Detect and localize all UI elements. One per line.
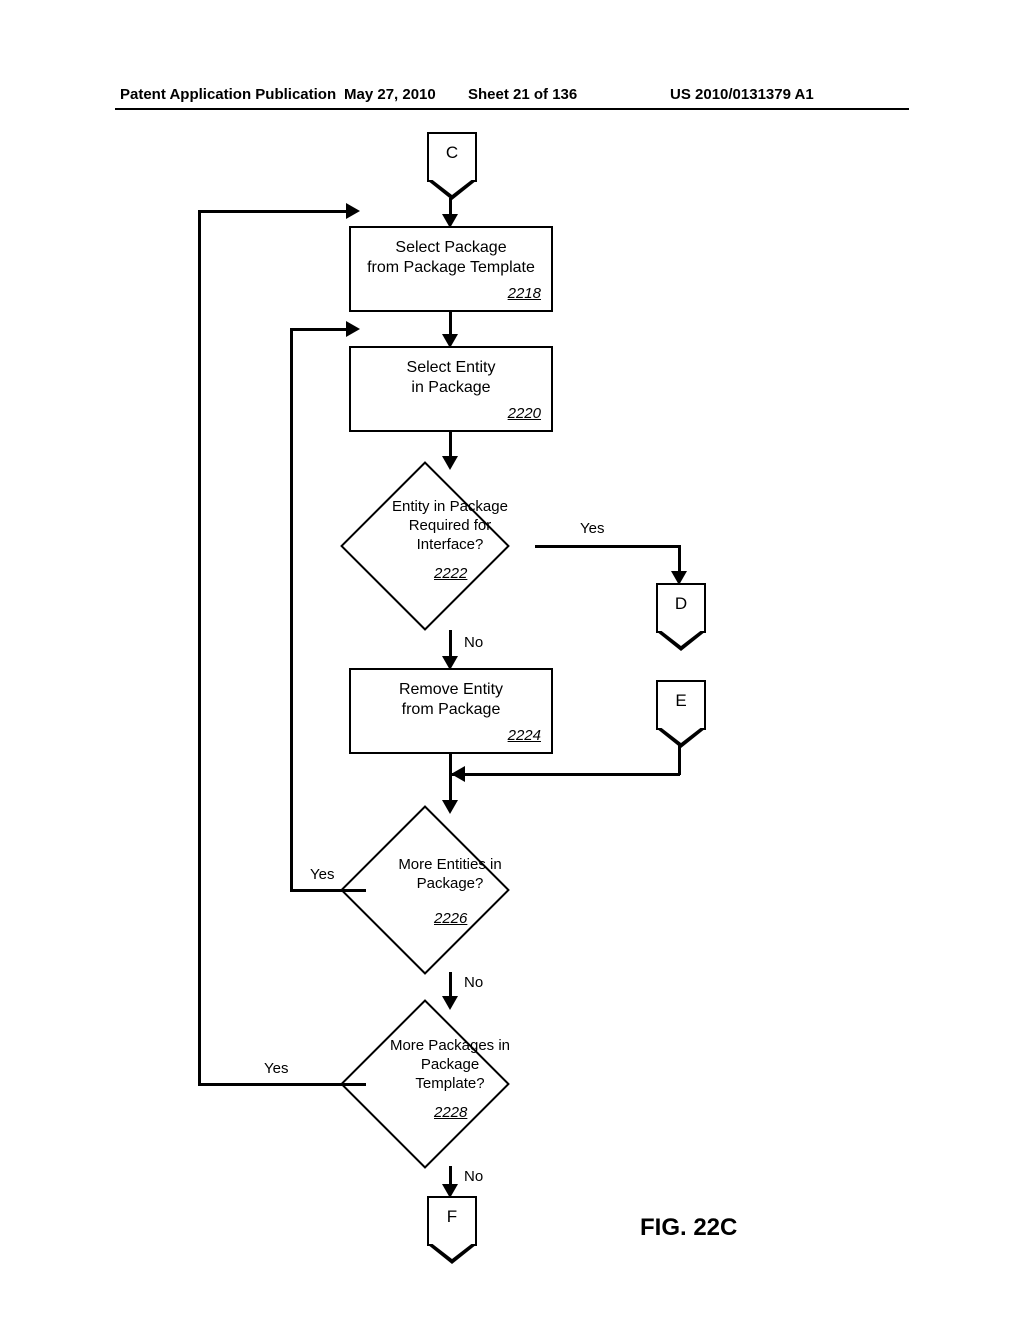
decision-2226-line1: More Entities in bbox=[365, 856, 535, 875]
decision-2228-ref: 2228 bbox=[434, 1104, 467, 1121]
process-2220-ref: 2220 bbox=[508, 405, 541, 424]
edge-e-merge bbox=[451, 773, 680, 776]
arrow-2226-2228 bbox=[442, 996, 458, 1010]
label-2226-yes: Yes bbox=[310, 866, 334, 883]
connector-e: E bbox=[656, 680, 706, 730]
header-pubno: US 2010/0131379 A1 bbox=[670, 86, 814, 103]
decision-2226-ref: 2226 bbox=[434, 910, 467, 927]
edge-2228-yes-h bbox=[198, 1083, 366, 1086]
process-2220-line1: Select Entity bbox=[359, 358, 543, 378]
decision-2222-line1: Entity in Package bbox=[365, 498, 535, 517]
process-2218-line2: from Package Template bbox=[359, 258, 543, 278]
process-2220: Select Entity in Package 2220 bbox=[349, 346, 553, 432]
label-2222-no: No bbox=[464, 634, 483, 651]
process-2218-ref: 2218 bbox=[508, 285, 541, 304]
edge-2226-yes-top bbox=[290, 328, 350, 331]
decision-2228-line2: Package bbox=[365, 1056, 535, 1075]
arrow-2228-yes bbox=[346, 203, 360, 219]
process-2218-line1: Select Package bbox=[359, 238, 543, 258]
decision-2222-text: Entity in Package Required for Interface… bbox=[365, 498, 535, 554]
label-2226-no: No bbox=[464, 974, 483, 991]
label-2228-yes: Yes bbox=[264, 1060, 288, 1077]
process-2224-line2: from Package bbox=[359, 700, 543, 720]
connector-f-label: F bbox=[447, 1207, 457, 1226]
header-rule bbox=[115, 108, 909, 110]
edge-2228-yes-top bbox=[198, 210, 350, 213]
decision-2226-text: More Entities in Package? bbox=[365, 856, 535, 894]
edge-2226-yes-v bbox=[290, 328, 293, 891]
arrow-2224-2226 bbox=[442, 800, 458, 814]
label-2222-yes: Yes bbox=[580, 520, 604, 537]
decision-2226-line2: Package? bbox=[365, 875, 535, 894]
arrow-2220-2222 bbox=[442, 456, 458, 470]
arrow-2226-yes bbox=[346, 321, 360, 337]
connector-e-label: E bbox=[675, 691, 686, 710]
connector-d: D bbox=[656, 583, 706, 633]
edge-e-down bbox=[678, 745, 681, 775]
label-2228-no: No bbox=[464, 1168, 483, 1185]
process-2224-ref: 2224 bbox=[508, 727, 541, 746]
header-date: May 27, 2010 bbox=[344, 86, 436, 103]
process-2224-line1: Remove Entity bbox=[359, 680, 543, 700]
figure-label: FIG. 22C bbox=[640, 1214, 737, 1242]
process-2220-line2: in Package bbox=[359, 378, 543, 398]
header-sheet: Sheet 21 of 136 bbox=[468, 86, 577, 103]
edge-2226-yes-h bbox=[290, 889, 366, 892]
connector-d-label: D bbox=[675, 594, 687, 613]
process-2224: Remove Entity from Package 2224 bbox=[349, 668, 553, 754]
decision-2222-line3: Interface? bbox=[365, 536, 535, 555]
edge-2228-yes-v bbox=[198, 210, 201, 1085]
decision-2222-line2: Required for bbox=[365, 517, 535, 536]
decision-2228-text: More Packages in Package Template? bbox=[365, 1037, 535, 1093]
decision-2222-ref: 2222 bbox=[434, 565, 467, 582]
edge-2222-d-h bbox=[535, 545, 680, 548]
connector-c-label: C bbox=[446, 143, 458, 162]
header-publication: Patent Application Publication bbox=[120, 86, 336, 103]
connector-f: F bbox=[427, 1196, 477, 1246]
edge-2224-2226 bbox=[449, 754, 452, 804]
process-2218: Select Package from Package Template 221… bbox=[349, 226, 553, 312]
decision-2228-line1: More Packages in bbox=[365, 1037, 535, 1056]
connector-c: C bbox=[427, 132, 477, 182]
arrow-e-merge bbox=[451, 766, 465, 782]
decision-2228-line3: Template? bbox=[365, 1075, 535, 1094]
